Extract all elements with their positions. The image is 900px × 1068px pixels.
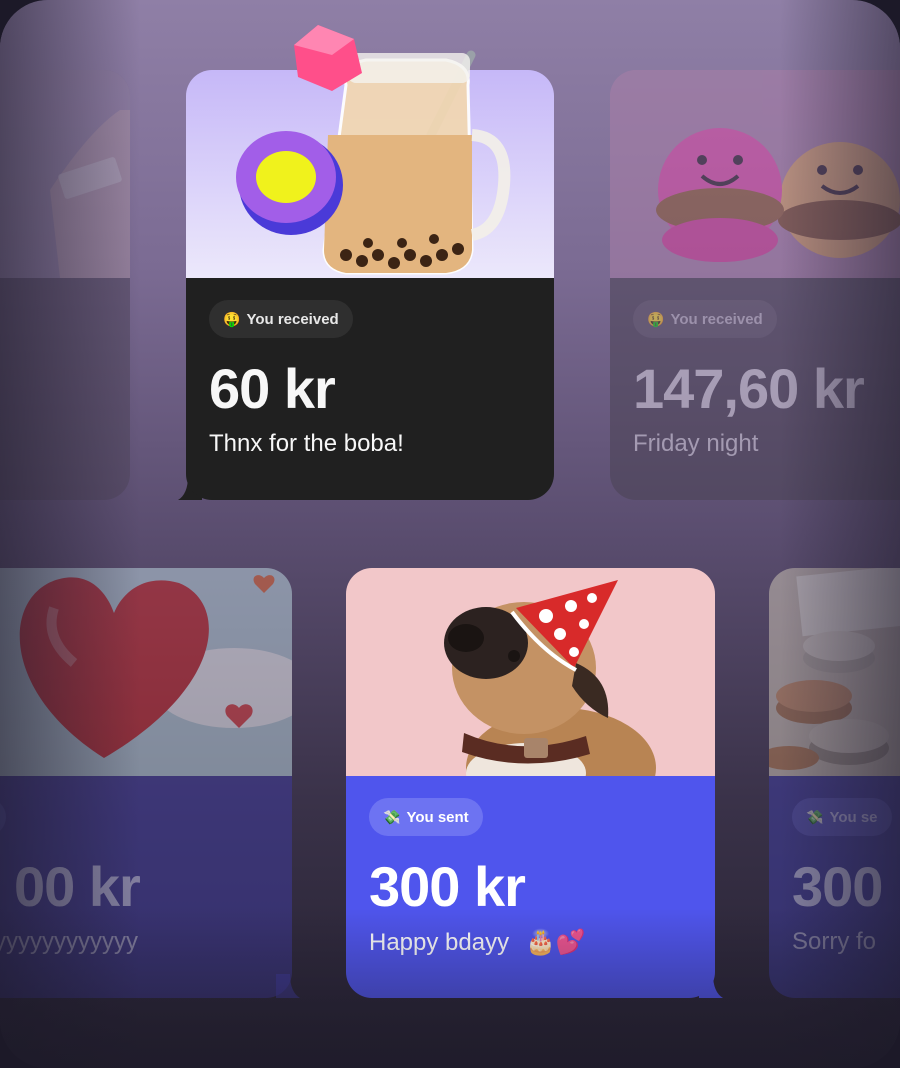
- cake-hearts-icon: 🎂💕: [525, 929, 586, 956]
- message: Thnx for the boba!: [209, 430, 404, 457]
- money-hand-icon: [0, 70, 130, 278]
- dog-party-hat-icon: [346, 568, 715, 776]
- payment-card-boba[interactable]: 🤑 You received 60 kr Thnx for the boba!: [178, 25, 554, 500]
- money-face-icon: 🤑: [223, 310, 241, 327]
- message: yyyyyyyyyyyy: [0, 928, 138, 955]
- payment-card-dog[interactable]: 💸 You sent 300 kr Happy bdayy 🎂💕: [346, 568, 723, 998]
- card-image: [0, 70, 130, 278]
- money-face-icon: 🤑: [647, 310, 665, 327]
- badge-label: You received: [670, 310, 763, 328]
- badge-label: You se: [829, 808, 878, 826]
- card-body: [0, 278, 130, 500]
- received-badge: 🤑 You received: [209, 300, 353, 338]
- received-badge: 🤑 You received: [633, 300, 777, 338]
- message: Friday night: [633, 430, 759, 457]
- card-body: 💸 You sent 300 kr Happy bdayy 🎂💕: [346, 776, 715, 998]
- badge-label: You sent: [406, 808, 469, 826]
- amount: 300 kr: [369, 855, 526, 918]
- money-wings-icon: 💸: [383, 808, 401, 825]
- payment-card-friday[interactable]: 🤑 You received 147,60 kr Friday night: [610, 70, 900, 500]
- payment-card-heart[interactable]: sent 00 kr yyyyyyyyyyyy: [0, 568, 300, 998]
- message: Sorry fo: [792, 928, 877, 955]
- message-text: Happy bdayy: [369, 929, 510, 956]
- coins-icon: [769, 568, 900, 776]
- card-image: [0, 568, 292, 776]
- payment-card-left-partial[interactable]: [0, 70, 130, 500]
- message: Happy bdayy 🎂💕: [369, 928, 586, 957]
- money-wings-icon: 💸: [806, 808, 824, 825]
- burger-characters-icon: [610, 70, 900, 278]
- card-body: 💸 You se 300 Sorry fo: [769, 776, 900, 998]
- sent-badge: 💸 You se: [792, 798, 892, 836]
- card-body: 🤑 You received 147,60 kr Friday night: [610, 278, 900, 500]
- amount: 00 kr: [14, 855, 141, 918]
- payment-cards-carousel: 🤑 You received 147,60 kr Friday night 🤑 …: [0, 0, 900, 1068]
- card-image: [769, 568, 900, 776]
- card-body: 🤑 You received 60 kr Thnx for the boba!: [186, 278, 554, 500]
- sent-badge: 💸 You sent: [369, 798, 483, 836]
- amount: 147,60 kr: [633, 357, 865, 420]
- card-image: [610, 70, 900, 278]
- badge-label: You received: [246, 310, 339, 328]
- card-body: sent 00 kr yyyyyyyyyyyy: [0, 776, 292, 998]
- sent-badge: sent: [0, 798, 6, 836]
- boba-drink-icon: [236, 25, 511, 275]
- card-image: [346, 568, 715, 776]
- heart-balloon-icon: [0, 568, 292, 776]
- amount: 300: [792, 855, 883, 918]
- payment-card-coins[interactable]: 💸 You se 300 Sorry fo: [769, 568, 900, 998]
- amount: 60 kr: [209, 357, 336, 420]
